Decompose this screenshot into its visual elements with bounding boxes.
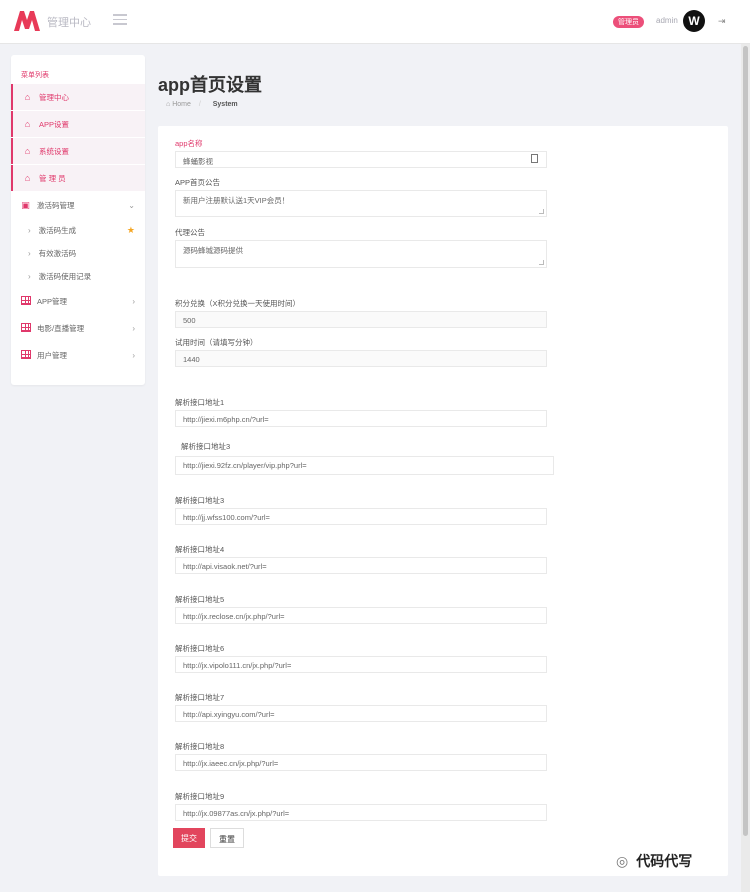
sidebar-item-administrator[interactable]: ⌂ 管 理 员: [11, 165, 145, 191]
reset-button[interactable]: 重置: [210, 828, 244, 848]
resize-grip-icon[interactable]: [539, 209, 544, 214]
sidebar-item-admin-center[interactable]: ⌂ 管理中心: [11, 84, 145, 110]
scrollbar-thumb[interactable]: [743, 46, 748, 836]
api-input-3[interactable]: http://jj.wfss100.com/?url=: [175, 508, 547, 525]
brand-title: 管理中心: [47, 17, 91, 29]
api-label-6: 解析接口地址6: [175, 644, 225, 653]
sidebar-item-label: 激活码管理: [37, 200, 75, 210]
watermark-text: 代码代写: [636, 853, 693, 869]
home-icon: ⌂: [24, 119, 31, 129]
wechat-icon: ◎: [616, 852, 629, 869]
api-input-6[interactable]: http://jx.vipolo111.cn/jx.php/?url=: [175, 656, 547, 673]
chevron-right-icon: ›: [28, 271, 31, 281]
sidebar: 菜单列表 ⌂ 管理中心 ⌂ APP设置 ⌂ 系统设置 ⌂ 管 理 员 ▣ 激活码…: [11, 55, 145, 385]
logout-icon[interactable]: ⇥: [718, 16, 726, 27]
menu-toggle-icon[interactable]: [113, 14, 127, 26]
home-icon: ⌂: [24, 92, 31, 102]
sidebar-item-label: 管 理 员: [39, 173, 66, 183]
api-input-9[interactable]: http://jx.09877as.cn/jx.php/?url=: [175, 804, 547, 821]
notice-text: 新用户注册默认送1天VIP会员！: [183, 196, 290, 205]
api-input-5[interactable]: http://jx.reclose.cn/jx.php/?url=: [175, 607, 547, 624]
agent-notice-text: 源码蜂城源码提供: [183, 246, 243, 255]
app-name-input[interactable]: 蜂蛹影视: [175, 151, 547, 168]
sidebar-subitem-valid-codes[interactable]: › 有效激活码: [11, 242, 145, 264]
sidebar-subitem-code-usage-log[interactable]: › 激活码使用记录: [11, 265, 145, 287]
sidebar-item-system-settings[interactable]: ⌂ 系统设置: [11, 138, 145, 164]
star-icon: ★: [126, 224, 135, 235]
trial-time-label: 试用时间（请填写分钟）: [175, 338, 258, 347]
resize-grip-icon[interactable]: [539, 260, 544, 265]
breadcrumb: ⌂ Home / System: [166, 101, 238, 108]
agent-notice-label: 代理公告: [175, 228, 205, 237]
chevron-down-icon: ⌄: [128, 200, 135, 210]
clipboard-icon: [531, 154, 538, 163]
sidebar-item-label: 用户管理: [37, 350, 67, 360]
sidebar-item-label: 激活码生成: [38, 225, 77, 235]
brand-logo[interactable]: [14, 11, 40, 31]
grid-icon: [20, 349, 31, 361]
chevron-right-icon: ›: [132, 350, 135, 360]
sidebar-item-app-settings[interactable]: ⌂ APP设置: [11, 111, 145, 137]
sidebar-item-label: 有效激活码: [38, 248, 77, 258]
sidebar-subitem-generate-code[interactable]: › 激活码生成 ★: [11, 219, 145, 241]
grid-icon: [20, 322, 31, 334]
watermark: ◎ 代码代写: [616, 851, 692, 871]
sidebar-item-label: APP管理: [37, 296, 68, 306]
sidebar-item-app-management[interactable]: APP管理 ›: [11, 288, 145, 314]
chevron-right-icon: ›: [28, 248, 31, 258]
sidebar-item-label: 系统设置: [39, 146, 69, 156]
username[interactable]: admin: [656, 16, 678, 25]
api-label-8: 解析接口地址8: [175, 742, 225, 751]
api-input-8[interactable]: http://jx.iaeec.cn/jx.php/?url=: [175, 754, 547, 771]
points-input[interactable]: 500: [175, 311, 547, 328]
submit-button[interactable]: 提交: [173, 828, 205, 848]
sidebar-item-activation-codes[interactable]: ▣ 激活码管理 ⌄: [11, 192, 145, 218]
api-input-7[interactable]: http://api.xyingyu.com/?url=: [175, 705, 547, 722]
sidebar-item-label: 激活码使用记录: [38, 271, 92, 281]
api-label-4: 解析接口地址4: [175, 545, 225, 554]
notice-label: APP首页公告: [175, 178, 221, 187]
sidebar-item-label: 电影/直播管理: [37, 323, 85, 333]
api-label-2: 解析接口地址3: [181, 442, 231, 451]
trial-time-input[interactable]: 1440: [175, 350, 547, 367]
api-label-1: 解析接口地址1: [175, 398, 225, 407]
api-label-3: 解析接口地址3: [175, 496, 225, 505]
avatar[interactable]: W: [683, 10, 705, 32]
agent-notice-textarea[interactable]: 源码蜂城源码提供: [175, 240, 547, 268]
app-name-label: app名称: [175, 139, 203, 148]
api-input-2[interactable]: http://jiexi.92fz.cn/player/vip.php?url=: [175, 456, 554, 475]
page-title: app首页设置: [158, 75, 263, 95]
api-label-5: 解析接口地址5: [175, 595, 225, 604]
role-badge: 管理员: [613, 16, 644, 28]
chevron-right-icon: ›: [132, 296, 135, 306]
breadcrumb-home[interactable]: Home: [172, 101, 191, 108]
sidebar-title: 菜单列表: [21, 72, 49, 79]
api-input-1[interactable]: http://jiexi.m6php.cn/?url=: [175, 410, 547, 427]
sidebar-item-label: APP设置: [39, 119, 70, 129]
sidebar-item-movie-live[interactable]: 电影/直播管理 ›: [11, 315, 145, 341]
breadcrumb-current: System: [212, 101, 238, 108]
chevron-right-icon: ›: [28, 225, 31, 235]
api-label-9: 解析接口地址9: [175, 792, 225, 801]
calendar-icon: ▣: [21, 199, 30, 210]
points-label: 积分兑换（X积分兑换一天使用时间）: [175, 299, 301, 308]
api-input-4[interactable]: http://api.visaok.net/?url=: [175, 557, 547, 574]
sidebar-item-label: 管理中心: [39, 92, 69, 102]
home-icon: ⌂: [24, 146, 31, 156]
api-label-7: 解析接口地址7: [175, 693, 225, 702]
chevron-right-icon: ›: [132, 323, 135, 333]
home-icon: ⌂: [24, 173, 31, 183]
sidebar-item-user-management[interactable]: 用户管理 ›: [11, 342, 145, 368]
top-navbar: 管理中心 管理员 admin W ⇥: [0, 0, 750, 44]
notice-textarea[interactable]: 新用户注册默认送1天VIP会员！: [175, 190, 547, 217]
grid-icon: [20, 295, 31, 307]
